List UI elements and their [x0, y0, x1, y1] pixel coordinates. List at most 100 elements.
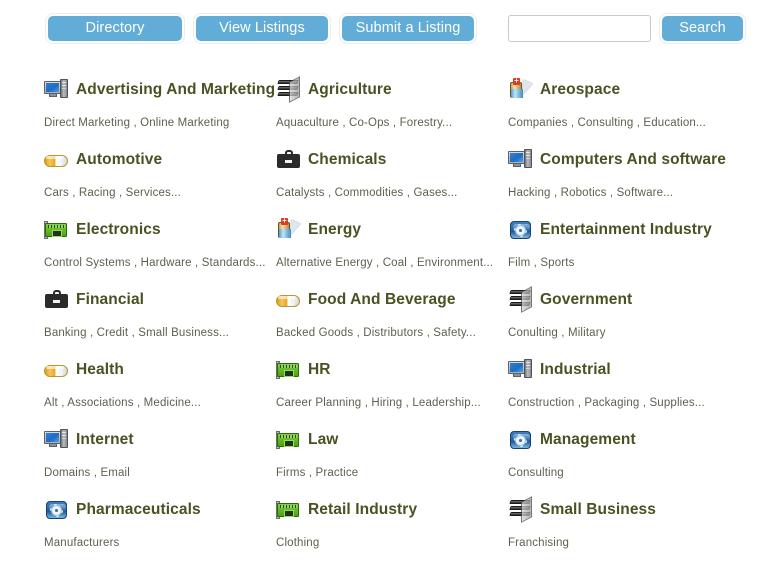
battery-bolt-icon: +	[276, 217, 302, 242]
category-item: Retail Industry Clothing	[276, 496, 508, 566]
category-title-link[interactable]: Areospace	[540, 81, 620, 99]
stacked-layers-icon	[508, 288, 534, 312]
category-subcategories: Aquaculture , Co-Ops , Forestry...	[276, 117, 453, 129]
category-item: Computers And software Hacking , Robotics…	[508, 146, 770, 216]
category-item: Pharmaceuticals Manufacturers	[44, 496, 276, 566]
category-subcategories: Cars , Racing , Services...	[44, 187, 181, 199]
capsule-icon	[44, 148, 70, 172]
circuit-card-icon	[276, 498, 302, 522]
briefcase-icon	[44, 288, 70, 312]
category-subcategories: Film , Sports	[508, 257, 575, 269]
submit-listing-button[interactable]: Submit a Listing	[339, 13, 477, 44]
category-item: Management Consulting	[508, 426, 770, 496]
category-item: Internet Domains , Email	[44, 426, 276, 496]
category-header: Electronics	[44, 216, 276, 244]
category-header: Law	[276, 426, 508, 454]
category-item: Chemicals Catalysts , Commodities , Gases…	[276, 146, 508, 216]
briefcase-icon	[276, 148, 302, 172]
category-title-link[interactable]: Food And Beverage	[308, 291, 456, 309]
search-area: Search	[508, 13, 755, 44]
category-item: + Energy Alternative Energy , Coal , Envir…	[276, 216, 508, 286]
category-subcategories: Control Systems , Hardware , Standards..…	[44, 257, 266, 269]
category-title-link[interactable]: Law	[308, 431, 338, 449]
category-subcategories: Clothing	[276, 537, 320, 549]
category-subcategories: Backed Goods , Distributors , Safety...	[276, 327, 476, 339]
category-title-link[interactable]: Small Business	[540, 501, 656, 519]
category-subcategories: Catalysts , Commodities , Gases...	[276, 187, 458, 199]
computer-icon	[44, 428, 70, 452]
category-item: Entertainment Industry Film , Sports	[508, 216, 770, 286]
gear-plate-icon	[508, 218, 534, 242]
category-header: Computers And software	[508, 146, 770, 174]
category-header: Internet	[44, 426, 276, 454]
category-title-link[interactable]: Chemicals	[308, 151, 386, 169]
category-header: Advertising And Marketing	[44, 76, 276, 104]
category-title-link[interactable]: Government	[540, 291, 632, 309]
category-title-link[interactable]: Pharmaceuticals	[76, 501, 201, 519]
category-item: Food And Beverage Backed Goods , Distribu…	[276, 286, 508, 356]
computer-icon	[508, 358, 534, 382]
category-title-link[interactable]: Retail Industry	[308, 501, 417, 519]
search-input[interactable]	[508, 15, 651, 42]
category-header: Food And Beverage	[276, 286, 508, 314]
stacked-layers-icon	[508, 498, 534, 522]
category-header: + Energy	[276, 216, 508, 244]
search-button[interactable]: Search	[659, 13, 746, 44]
category-title-link[interactable]: Entertainment Industry	[540, 221, 712, 239]
category-title-link[interactable]: Computers And software	[540, 151, 726, 169]
category-subcategories: Hacking , Robotics , Software...	[508, 187, 674, 199]
category-item: Government Conulting , Military	[508, 286, 770, 356]
category-header: Industrial	[508, 356, 770, 384]
category-subcategories: Alternative Energy , Coal , Environment.…	[276, 257, 494, 269]
category-item: Automotive Cars , Racing , Services...	[44, 146, 276, 216]
category-header: Chemicals	[276, 146, 508, 174]
category-subcategories: Franchising	[508, 537, 570, 549]
category-item: Industrial Construction , Packaging , Sup…	[508, 356, 770, 426]
category-title-link[interactable]: Agriculture	[308, 81, 392, 99]
category-subcategories: Direct Marketing , Online Marketing	[44, 117, 230, 129]
category-item: Small Business Franchising	[508, 496, 770, 566]
category-title-link[interactable]: Electronics	[76, 221, 161, 239]
category-header: Small Business	[508, 496, 770, 524]
category-subcategories: Firms , Practice	[276, 467, 359, 479]
battery-bolt-icon: +	[508, 77, 534, 102]
category-title-link[interactable]: Advertising And Marketing	[76, 81, 275, 99]
category-item: Advertising And Marketing Direct Marketin…	[44, 76, 276, 146]
category-header: Pharmaceuticals	[44, 496, 276, 524]
category-title-link[interactable]: Management	[540, 431, 636, 449]
category-title-link[interactable]: Automotive	[76, 151, 162, 169]
category-subcategories: Construction , Packaging , Supplies...	[508, 397, 705, 409]
category-subcategories: Companies , Consulting , Education...	[508, 117, 706, 129]
category-title-link[interactable]: Energy	[308, 221, 361, 239]
category-subcategories: Alt , Associations , Medicine...	[44, 397, 201, 409]
category-subcategories: Conulting , Military	[508, 327, 606, 339]
category-item: Law Firms , Practice	[276, 426, 508, 496]
category-subcategories: Domains , Email	[44, 467, 130, 479]
category-header: Government	[508, 286, 770, 314]
category-header: Agriculture	[276, 76, 508, 104]
top-toolbar: Directory View Listings Submit a Listing…	[0, 0, 770, 48]
category-title-link[interactable]: Health	[76, 361, 124, 379]
category-title-link[interactable]: Financial	[76, 291, 144, 309]
capsule-icon	[276, 288, 302, 312]
gear-plate-icon	[44, 498, 70, 522]
circuit-card-icon	[276, 358, 302, 382]
category-title-link[interactable]: Industrial	[540, 361, 611, 379]
category-header: Health	[44, 356, 276, 384]
category-title-link[interactable]: HR	[308, 361, 331, 379]
category-header: HR	[276, 356, 508, 384]
category-title-link[interactable]: Internet	[76, 431, 134, 449]
directory-button[interactable]: Directory	[45, 13, 185, 44]
circuit-card-icon	[44, 218, 70, 242]
gear-plate-icon	[508, 428, 534, 452]
category-item: + Areospace Companies , Consulting , Educa…	[508, 76, 770, 146]
category-item: HR Career Planning , Hiring , Leadership.…	[276, 356, 508, 426]
circuit-card-icon	[276, 428, 302, 452]
category-grid: Advertising And Marketing Direct Marketin…	[0, 76, 770, 566]
capsule-icon	[44, 358, 70, 382]
computer-icon	[508, 148, 534, 172]
category-subcategories: Banking , Credit , Small Business...	[44, 327, 230, 339]
category-item: Electronics Control Systems , Hardware , …	[44, 216, 276, 286]
view-listings-button[interactable]: View Listings	[193, 13, 331, 44]
category-header: + Areospace	[508, 76, 770, 104]
